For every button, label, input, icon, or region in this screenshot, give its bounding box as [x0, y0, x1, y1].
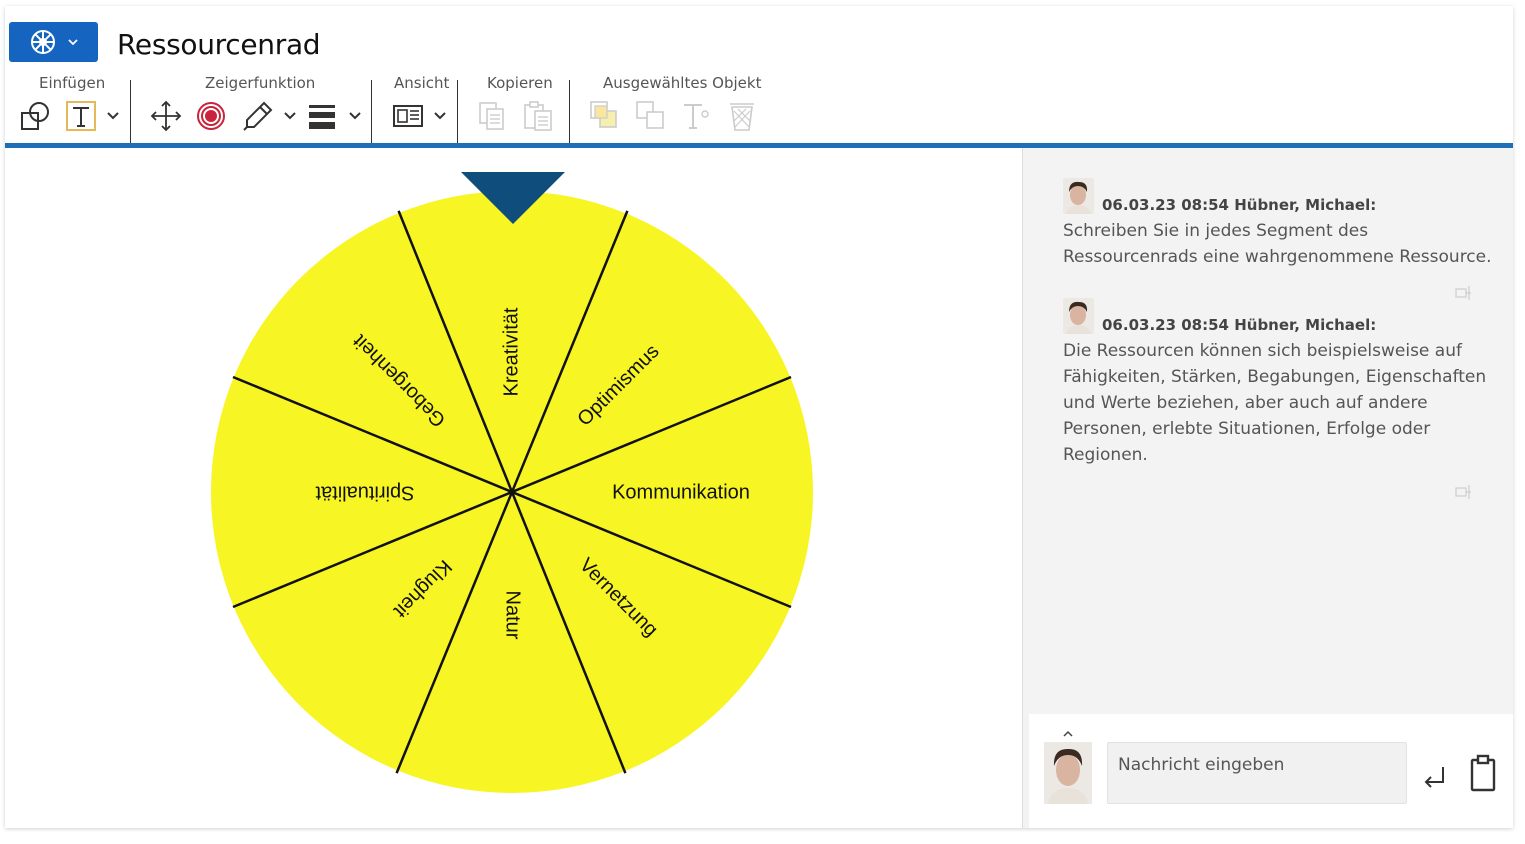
segment-label: Kreativität — [500, 307, 522, 396]
page-title: Ressourcenrad — [117, 28, 321, 61]
target-icon — [197, 102, 225, 130]
line-weight-dropdown-button[interactable] — [345, 100, 365, 132]
avatar — [1044, 742, 1092, 804]
app-menu-button[interactable] — [9, 22, 98, 62]
chat-message-header: 06.03.23 08:54 Hübner, Michael: — [1063, 178, 1493, 214]
chevron-down-icon — [67, 39, 78, 46]
bring-to-front-button[interactable] — [587, 100, 623, 132]
toolbar-divider — [130, 80, 131, 143]
chat-panel: 06.03.23 08:54 Hübner, Michael: Schreibe… — [1022, 148, 1513, 828]
resource-wheel[interactable]: Kreativität Optimismus Kommunikation Ver… — [5, 148, 1022, 828]
copy-button[interactable] — [475, 100, 509, 132]
bring-front-icon — [590, 101, 617, 128]
pointer-target-button[interactable] — [195, 100, 227, 132]
chat-message: 06.03.23 08:54 Hübner, Michael: Schreibe… — [1063, 178, 1493, 270]
pen-icon — [243, 101, 273, 131]
segment-label: Natur — [502, 591, 524, 640]
chevron-down-icon — [284, 112, 296, 120]
delete-icon — [730, 103, 754, 131]
send-back-icon — [636, 101, 664, 129]
move-icon — [150, 100, 182, 132]
app-window: Ressourcenrad Einfügen Zeigerfunktion An… — [5, 6, 1513, 828]
chat-message: 06.03.23 08:54 Hübner, Michael: Die Ress… — [1063, 298, 1493, 468]
segment-label: Spiritualität — [315, 482, 414, 504]
group-label-view: Ansicht — [394, 74, 450, 92]
toolbar-divider — [569, 80, 570, 143]
message-action-icon[interactable] — [1453, 483, 1473, 501]
group-label-insert: Einfügen — [39, 74, 106, 92]
avatar — [1063, 178, 1094, 214]
chat-message-meta: 06.03.23 08:54 Hübner, Michael: — [1102, 316, 1377, 334]
chevron-down-icon — [434, 112, 446, 120]
chevron-down-icon — [349, 112, 361, 120]
paste-icon — [524, 101, 552, 131]
paste-button[interactable] — [521, 100, 555, 132]
group-label-copy: Kopieren — [487, 74, 553, 92]
move-tool-button[interactable] — [148, 100, 184, 132]
chevron-up-icon[interactable] — [1062, 730, 1074, 738]
wheel-icon — [30, 30, 55, 54]
whiteboard-canvas[interactable]: Kreativität Optimismus Kommunikation Ver… — [5, 148, 1022, 828]
chat-message-text: Schreiben Sie in jedes Segment des Resso… — [1063, 221, 1492, 267]
text-format-button[interactable] — [679, 100, 713, 132]
chevron-down-icon — [107, 112, 119, 120]
insert-text-button[interactable] — [65, 100, 97, 132]
copy-icon — [479, 102, 504, 130]
send-enter-icon[interactable] — [1421, 764, 1447, 790]
pen-tool-button[interactable] — [241, 100, 275, 132]
segment-label: Kommunikation — [612, 481, 750, 503]
send-to-back-button[interactable] — [633, 100, 669, 132]
group-label-selected-object: Ausgewähltes Objekt — [603, 74, 762, 92]
chat-message-input[interactable]: Nachricht eingeben — [1107, 742, 1407, 804]
pen-dropdown-button[interactable] — [280, 100, 300, 132]
chat-message-text: Die Ressourcen können sich beispielsweis… — [1063, 341, 1487, 465]
line-weight-icon — [309, 105, 335, 129]
view-icon — [393, 105, 423, 127]
chat-message-meta: 06.03.23 08:54 Hübner, Michael: — [1102, 196, 1377, 214]
view-button[interactable] — [391, 100, 425, 132]
shape-icon — [21, 102, 49, 130]
text-icon — [66, 101, 96, 131]
view-dropdown-button[interactable] — [430, 100, 450, 132]
avatar — [1063, 298, 1094, 334]
line-weight-button[interactable] — [305, 100, 339, 132]
toolbar-divider — [371, 80, 372, 143]
delete-object-button[interactable] — [725, 100, 759, 132]
chat-message-header: 06.03.23 08:54 Hübner, Michael: — [1063, 298, 1493, 334]
toolbar-divider — [457, 80, 458, 143]
text-format-icon — [684, 104, 709, 129]
chat-compose-area: Nachricht eingeben — [1029, 714, 1513, 828]
clipboard-icon[interactable] — [1469, 754, 1497, 792]
insert-dropdown-button[interactable] — [103, 100, 123, 132]
group-label-pointer: Zeigerfunktion — [205, 74, 316, 92]
insert-shape-button[interactable] — [17, 100, 53, 132]
